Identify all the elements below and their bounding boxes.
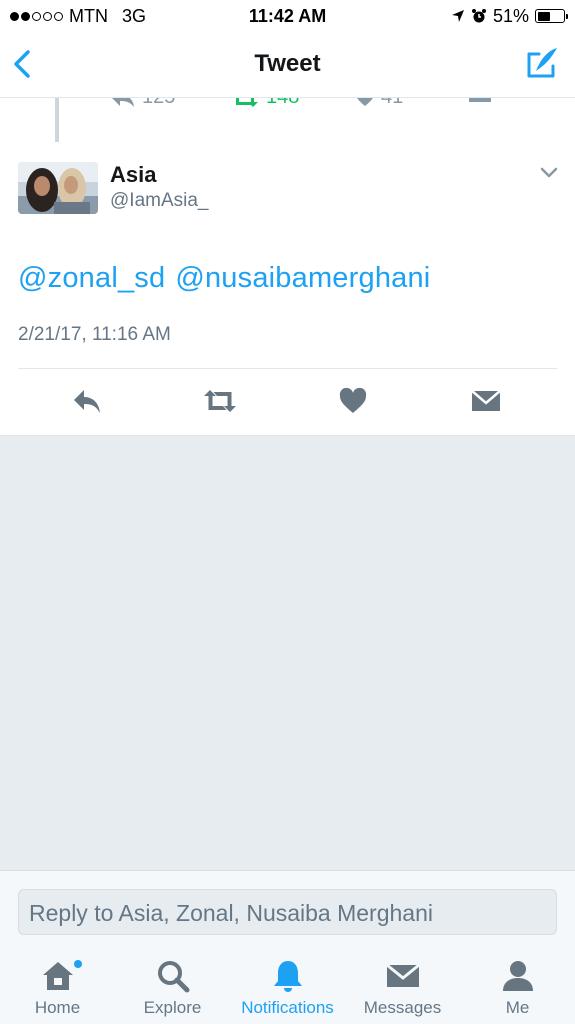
tab-notifications[interactable]: Notifications <box>230 958 345 1022</box>
reply-bar: Reply to Asia, Zonal, Nusaiba Merghani <box>0 870 575 946</box>
envelope-icon[interactable] <box>470 386 502 416</box>
tweet-timestamp: 2/21/17, 11:16 AM <box>18 324 171 345</box>
prev-message-button[interactable] <box>468 98 492 106</box>
prev-reply-count[interactable]: 125 <box>110 98 175 109</box>
heart-icon <box>357 98 373 106</box>
empty-replies-area <box>0 436 575 870</box>
tab-me[interactable]: Me <box>460 958 575 1022</box>
tweet-text: @zonal_sd @nusaibamerghani <box>18 262 430 295</box>
bell-icon <box>273 961 302 992</box>
mention-link[interactable]: @nusaibamerghani <box>175 262 430 294</box>
author-name[interactable]: Asia <box>110 162 156 188</box>
new-content-badge <box>74 960 82 968</box>
prev-retweet-count-label: 148 <box>266 98 299 109</box>
reply-icon <box>112 98 134 107</box>
mention-link[interactable]: @zonal_sd <box>18 262 165 294</box>
location-arrow-icon <box>451 10 464 22</box>
person-icon <box>502 961 533 991</box>
status-right: 51% <box>451 5 568 27</box>
reply-icon[interactable] <box>71 386 103 416</box>
tab-bar: Home Explore Notifications Messages Me <box>0 946 575 1024</box>
thread-connector-line <box>55 98 59 142</box>
retweet-icon <box>236 98 258 107</box>
tab-label: Messages <box>363 998 442 1017</box>
battery-icon <box>535 9 568 23</box>
avatar-photo <box>18 162 98 214</box>
retweet-icon[interactable] <box>202 386 238 416</box>
divider <box>18 368 557 369</box>
navigation-bar: Tweet <box>0 32 575 98</box>
status-bar: MTN 3G 11:42 AM 51% <box>0 0 575 32</box>
tweet-detail: Asia @IamAsia_ @zonal_sd @nusaibamerghani… <box>0 142 575 436</box>
compose-icon[interactable] <box>525 44 561 80</box>
tab-label: Me <box>505 998 530 1017</box>
avatar[interactable] <box>18 162 98 214</box>
search-icon <box>157 961 189 993</box>
tab-home[interactable]: Home <box>0 958 115 1022</box>
direct-message-icon <box>469 98 491 102</box>
envelope-icon <box>385 963 420 987</box>
home-icon <box>42 962 73 990</box>
previous-tweet: 125 148 41 <box>0 98 575 142</box>
tab-label: Notifications <box>241 998 334 1017</box>
prev-retweet-count[interactable]: 148 <box>230 98 299 109</box>
prev-like-count-label: 41 <box>381 98 403 109</box>
tweet-actions <box>0 382 575 422</box>
page-title: Tweet <box>254 50 321 77</box>
author-handle[interactable]: @IamAsia_ <box>110 190 209 212</box>
alarm-icon <box>471 9 486 23</box>
tab-label: Home <box>34 998 81 1017</box>
tab-explore[interactable]: Explore <box>115 958 230 1022</box>
status-left: MTN 3G <box>10 6 146 27</box>
carrier-name: MTN <box>69 5 108 26</box>
battery-percent: 51% <box>492 5 529 26</box>
tab-messages[interactable]: Messages <box>345 958 460 1022</box>
heart-icon[interactable] <box>337 386 369 416</box>
reply-input[interactable]: Reply to Asia, Zonal, Nusaiba Merghani <box>18 889 557 935</box>
prev-like-count[interactable]: 41 <box>355 98 403 109</box>
chevron-down-icon[interactable] <box>539 166 559 180</box>
prev-reply-count-label: 125 <box>142 98 175 109</box>
tab-label: Explore <box>143 998 202 1017</box>
signal-strength-icon <box>10 11 63 21</box>
network-type: 3G <box>122 5 147 26</box>
